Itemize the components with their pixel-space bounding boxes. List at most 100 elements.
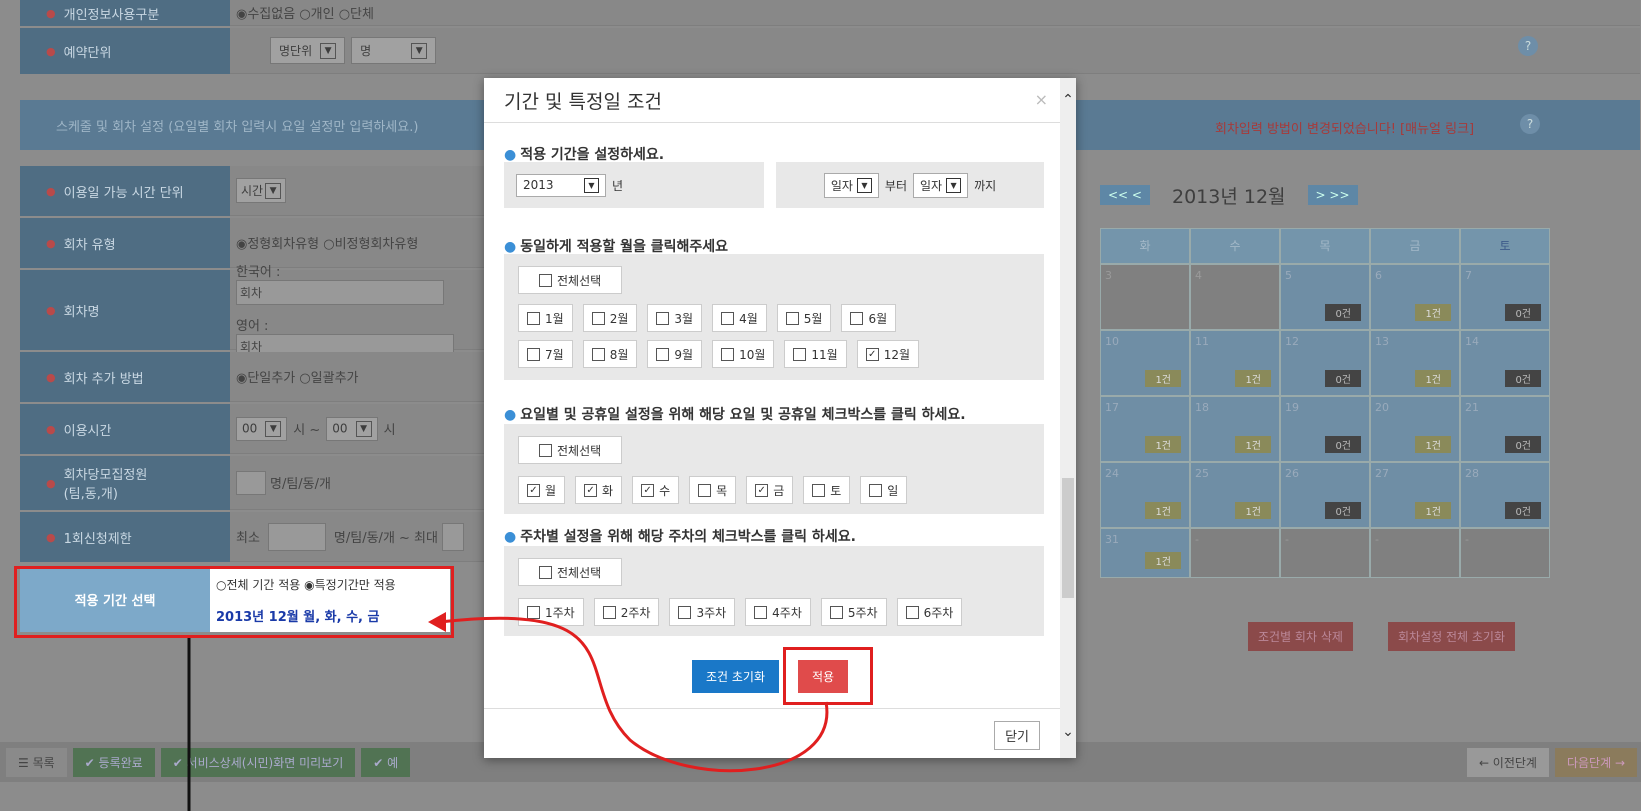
checkbox-label: 11월 [811,347,838,362]
calendar-day[interactable]: 28 0건 [1460,462,1550,528]
checkbox-3주차[interactable]: 3주차 [669,598,736,626]
calendar-count-badge: 1건 [1145,502,1181,519]
calendar-day[interactable]: 26 0건 [1280,462,1370,528]
year-select[interactable]: 2013 ▼ [516,173,606,197]
week-select-all[interactable]: 전체선택 [518,558,623,586]
checkbox-일[interactable]: 일 [860,476,908,504]
calendar-day[interactable]: - [1460,528,1550,578]
scrollbar-thumb[interactable] [1062,478,1074,598]
unit-select-1[interactable]: 명단위 ▼ [270,36,346,65]
calendar-day-number: 4 [1195,269,1202,282]
checkbox-9월[interactable]: 9월 [647,340,703,368]
checkbox-1월[interactable]: 1월 [518,304,573,332]
checkbox-6주차[interactable]: 6주차 [896,598,963,626]
checkbox-11월[interactable]: 11월 [784,340,847,368]
calendar-next-button[interactable]: > >> [1307,185,1358,205]
reset-all-button[interactable]: 회차설정 전체 초기화 [1388,622,1515,651]
register-done-button[interactable]: ✔ 등록완료 [72,747,155,777]
checkbox-2주차[interactable]: 2주차 [593,598,660,626]
chevron-down-icon[interactable]: ⌄ [1060,724,1076,744]
month-select-all[interactable]: 전체선택 [518,266,623,294]
checkbox-4주차[interactable]: 4주차 [745,598,811,626]
help-icon[interactable]: ? [1518,36,1538,56]
calendar-day[interactable]: 18 1건 [1190,396,1280,462]
add-method-text: ◉단일추가 ○일괄추가 [236,371,359,386]
reset-conditions-button[interactable]: 조건 초기화 [692,660,780,693]
calendar-day-number: 6 [1375,269,1382,282]
checkbox-7월[interactable]: 7월 [518,340,573,368]
calendar-day[interactable]: 31 1건 [1100,528,1190,578]
calendar-day[interactable]: 20 1건 [1370,396,1460,462]
checkbox-5주차[interactable]: 5주차 [820,598,887,626]
calendar-day[interactable]: 24 1건 [1100,462,1190,528]
delete-by-condition-button[interactable]: 조건별 회차 삭제 [1248,622,1353,651]
calendar-day[interactable]: 19 0건 [1280,396,1370,462]
help-icon[interactable]: ? [1520,114,1540,134]
close-icon[interactable]: × [1035,90,1048,109]
checkbox-2월[interactable]: 2월 [582,304,638,332]
checkbox-수[interactable]: ✓ 수 [632,476,680,504]
chevron-up-icon[interactable]: ⌃ [1060,92,1076,112]
checkbox-6월[interactable]: 6월 [841,304,897,332]
calendar-day[interactable]: 17 1건 [1100,396,1190,462]
calendar-day[interactable]: 12 0건 [1280,330,1370,396]
checkbox-3월[interactable]: 3월 [647,304,703,332]
use-time-from-select[interactable]: 00 ▼ [236,416,288,441]
checkbox-목[interactable]: 목 [689,476,737,504]
checkbox-화[interactable]: ✓ 화 [575,476,623,504]
checkbox-5월[interactable]: 5월 [776,304,832,332]
limit-min-input[interactable] [267,522,326,551]
calendar-day[interactable]: 5 0건 [1280,264,1370,330]
checkbox-금[interactable]: ✓ 금 [746,476,794,504]
calendar-day[interactable]: - [1280,528,1370,578]
checkbox-10월[interactable]: 10월 [712,340,775,368]
calendar-day[interactable]: - [1190,528,1280,578]
checkbox-1주차[interactable]: 1주차 [518,598,584,626]
next-step-button[interactable]: 다음단계 → [1554,747,1637,777]
close-button[interactable]: 닫기 [994,721,1040,750]
calendar-day[interactable]: 27 1건 [1370,462,1460,528]
unit-value: 명단위 ▼ 명 ▼ [230,28,1640,74]
section-month-title: ● 동일하게 적용할 월을 클릭해주세요 [504,239,729,255]
privacy-options[interactable]: ◉수집없음 ○개인 ○단체 [230,0,1640,26]
to-select[interactable]: 일자 ▼ [913,172,969,198]
checkbox-12월[interactable]: ✓ 12월 [856,340,919,368]
modal-header: 기간 및 특정일 조건 × [484,78,1076,123]
calendar-day[interactable]: 25 1건 [1190,462,1280,528]
calendar-day[interactable]: 6 1건 [1370,264,1460,330]
calendar-day[interactable]: 13 1건 [1370,330,1460,396]
limit-max-input[interactable] [441,522,464,551]
calendar-day[interactable]: 10 1건 [1100,330,1190,396]
calendar-count-badge: 1건 [1145,370,1181,387]
preview-button[interactable]: ✔ 서비스상세(시민)화면 미리보기 [160,747,356,777]
calendar-prev-button[interactable]: << < [1100,185,1150,205]
preview2-button[interactable]: ✔ 예 [361,747,411,777]
calendar-day[interactable]: 11 1건 [1190,330,1280,396]
calendar-day[interactable]: 4 [1190,264,1280,330]
calendar-day[interactable]: 7 0건 [1460,264,1550,330]
calendar-day[interactable]: - [1370,528,1460,578]
checkbox-8월[interactable]: 8월 [582,340,638,368]
time-unit-select[interactable]: 시간 ▼ [236,177,287,204]
list-button[interactable]: ☰ 목록 [6,747,67,777]
notice-link[interactable]: 회차입력 방법이 변경되었습니다! [매뉴얼 링크] [1215,118,1474,137]
prev-step-button[interactable]: ← 이전단계 [1466,747,1549,777]
checkbox-토[interactable]: 토 [803,476,851,504]
day-select-all[interactable]: 전체선택 [518,436,623,464]
calendar-day[interactable]: 14 0건 [1460,330,1550,396]
korean-input[interactable]: 회차 [236,279,444,305]
calendar-day[interactable]: 3 [1100,264,1190,330]
add-method-value[interactable]: ◉단일추가 ○일괄추가 [230,352,484,402]
use-time-to-select[interactable]: 00 ▼ [326,416,378,441]
calendar-day-number: 28 [1465,467,1479,480]
checkbox-월[interactable]: ✓ 월 [518,476,566,504]
capacity-input[interactable] [236,470,266,495]
checkbox-label: 목 [716,483,728,498]
modal-scrollbar[interactable]: ⌃ ⌄ [1060,78,1076,758]
checkbox-label: 월 [545,483,557,498]
unit-select-2[interactable]: 명 ▼ [351,36,437,65]
capacity-unit: 명/팀/동/개 [270,477,331,492]
checkbox-4월[interactable]: 4월 [712,304,767,332]
calendar-day[interactable]: 21 0건 [1460,396,1550,462]
from-select[interactable]: 일자 ▼ [823,172,879,198]
